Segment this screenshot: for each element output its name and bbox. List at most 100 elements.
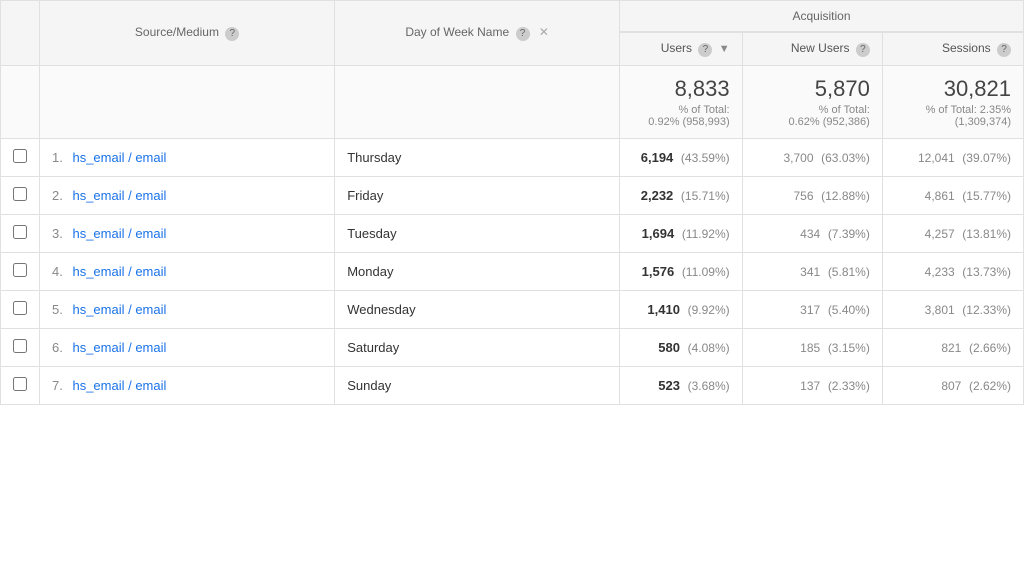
sessions-pct: (13.73%) (962, 265, 1011, 279)
new-users-help-icon[interactable]: ? (856, 43, 870, 57)
new-users-pct: (5.81%) (828, 265, 870, 279)
row-sessions-cell: 3,801 (12.33%) (882, 291, 1023, 329)
row-day-cell: Monday (335, 253, 620, 291)
sessions-pct: (2.66%) (969, 341, 1011, 355)
users-value: 2,232 (641, 188, 674, 203)
row-users-cell: 1,576 (11.09%) (620, 253, 743, 291)
table-row: 6. hs_email / email Saturday 580 (4.08%)… (1, 329, 1024, 367)
users-value: 580 (658, 340, 680, 355)
users-pct: (15.71%) (681, 189, 730, 203)
sessions-column-header: Sessions ? (882, 32, 1023, 66)
row-day-cell: Sunday (335, 367, 620, 405)
row-sessions-cell: 12,041 (39.07%) (882, 139, 1023, 177)
source-link[interactable]: hs_email / email (72, 264, 166, 279)
users-pct: (9.92%) (688, 303, 730, 317)
row-new-users-cell: 317 (5.40%) (742, 291, 882, 329)
totals-row: 8,833 % of Total: 0.92% (958,993) 5,870 … (1, 66, 1024, 139)
sessions-help-icon[interactable]: ? (997, 43, 1011, 57)
users-pct: (3.68%) (688, 379, 730, 393)
acquisition-header: Acquisition (620, 1, 1024, 33)
table-row: 2. hs_email / email Friday 2,232 (15.71%… (1, 177, 1024, 215)
row-checkbox-cell (1, 139, 40, 177)
row-checkbox[interactable] (13, 301, 27, 315)
row-new-users-cell: 137 (2.33%) (742, 367, 882, 405)
sessions-value: 4,861 (925, 189, 955, 203)
new-users-value: 137 (800, 379, 820, 393)
users-value: 1,410 (647, 302, 680, 317)
row-number: 3. (52, 226, 63, 241)
totals-day-cell (335, 66, 620, 139)
day-of-week-help-icon[interactable]: ? (516, 27, 530, 41)
source-medium-header: Source/Medium ? (40, 1, 335, 66)
totals-users-cell: 8,833 % of Total: 0.92% (958,993) (620, 66, 743, 139)
users-help-icon[interactable]: ? (698, 43, 712, 57)
new-users-pct: (2.33%) (828, 379, 870, 393)
row-users-cell: 6,194 (43.59%) (620, 139, 743, 177)
row-sessions-cell: 4,257 (13.81%) (882, 215, 1023, 253)
row-checkbox[interactable] (13, 263, 27, 277)
new-users-pct: (12.88%) (821, 189, 870, 203)
row-new-users-cell: 756 (12.88%) (742, 177, 882, 215)
row-sessions-cell: 4,233 (13.73%) (882, 253, 1023, 291)
header-top-row: Source/Medium ? Day of Week Name ? ✕ Acq… (1, 1, 1024, 33)
source-link[interactable]: hs_email / email (72, 302, 166, 317)
sessions-value: 4,257 (925, 227, 955, 241)
row-checkbox-cell (1, 291, 40, 329)
analytics-table: Source/Medium ? Day of Week Name ? ✕ Acq… (0, 0, 1024, 405)
new-users-value: 185 (800, 341, 820, 355)
row-day-cell: Tuesday (335, 215, 620, 253)
row-checkbox[interactable] (13, 225, 27, 239)
totals-checkbox-cell (1, 66, 40, 139)
table-row: 4. hs_email / email Monday 1,576 (11.09%… (1, 253, 1024, 291)
row-day-cell: Wednesday (335, 291, 620, 329)
row-sessions-cell: 821 (2.66%) (882, 329, 1023, 367)
users-pct: (43.59%) (681, 151, 730, 165)
row-number: 1. (52, 150, 63, 165)
users-column-header: Users ? ▼ (620, 32, 743, 66)
row-checkbox[interactable] (13, 149, 27, 163)
checkbox-header (1, 1, 40, 66)
row-checkbox-cell (1, 215, 40, 253)
totals-sessions-cell: 30,821 % of Total: 2.35% (1,309,374) (882, 66, 1023, 139)
new-users-pct: (5.40%) (828, 303, 870, 317)
table-row: 3. hs_email / email Tuesday 1,694 (11.92… (1, 215, 1024, 253)
row-checkbox-cell (1, 329, 40, 367)
new-users-value: 3,700 (783, 151, 813, 165)
users-value: 1,694 (642, 226, 675, 241)
source-link[interactable]: hs_email / email (72, 340, 166, 355)
users-pct: (11.92%) (682, 227, 730, 241)
users-sort-icon[interactable]: ▼ (719, 43, 730, 55)
new-users-pct: (7.39%) (828, 227, 870, 241)
row-source-cell: 6. hs_email / email (40, 329, 335, 367)
users-pct: (4.08%) (688, 341, 730, 355)
row-users-cell: 2,232 (15.71%) (620, 177, 743, 215)
row-checkbox-cell (1, 177, 40, 215)
new-users-value: 317 (800, 303, 820, 317)
source-medium-help-icon[interactable]: ? (225, 27, 239, 41)
day-of-week-edit-icon[interactable]: ✕ (539, 25, 549, 39)
row-checkbox[interactable] (13, 377, 27, 391)
row-source-cell: 5. hs_email / email (40, 291, 335, 329)
table-row: 1. hs_email / email Thursday 6,194 (43.5… (1, 139, 1024, 177)
source-link[interactable]: hs_email / email (72, 150, 166, 165)
source-link[interactable]: hs_email / email (72, 378, 166, 393)
new-users-value: 341 (800, 265, 820, 279)
row-source-cell: 1. hs_email / email (40, 139, 335, 177)
row-day-cell: Friday (335, 177, 620, 215)
row-day-cell: Thursday (335, 139, 620, 177)
row-sessions-cell: 4,861 (15.77%) (882, 177, 1023, 215)
row-number: 6. (52, 340, 63, 355)
new-users-pct: (63.03%) (821, 151, 870, 165)
source-link[interactable]: hs_email / email (72, 226, 166, 241)
row-number: 7. (52, 378, 63, 393)
day-of-week-header: Day of Week Name ? ✕ (335, 1, 620, 66)
new-users-pct: (3.15%) (828, 341, 870, 355)
row-new-users-cell: 434 (7.39%) (742, 215, 882, 253)
row-checkbox[interactable] (13, 339, 27, 353)
sessions-pct: (15.77%) (962, 189, 1011, 203)
row-source-cell: 7. hs_email / email (40, 367, 335, 405)
row-checkbox-cell (1, 253, 40, 291)
source-link[interactable]: hs_email / email (72, 188, 166, 203)
sessions-pct: (39.07%) (962, 151, 1011, 165)
row-checkbox[interactable] (13, 187, 27, 201)
